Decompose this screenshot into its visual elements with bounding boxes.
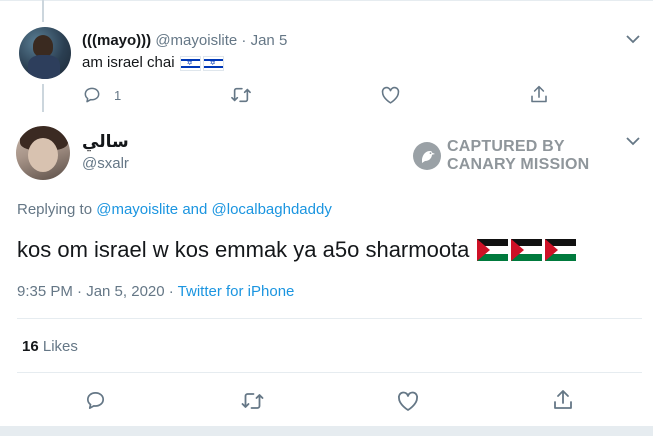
- share-icon: [554, 390, 572, 409]
- israel-flag-icon: ✡: [179, 55, 201, 71]
- share-button[interactable]: [552, 388, 574, 412]
- palestine-flag-icon: [477, 239, 509, 261]
- divider: [17, 372, 642, 373]
- retweet-button[interactable]: [240, 390, 265, 412]
- likes-count: 16: [22, 338, 39, 355]
- share-button[interactable]: [529, 84, 549, 105]
- parent-tweet-text: am israel chai ✡ ✡: [82, 54, 224, 72]
- avatar[interactable]: [16, 126, 70, 180]
- heart-icon: [397, 391, 419, 411]
- tweet-meta: 9:35 PM · Jan 5, 2020 · Twitter for iPho…: [17, 283, 294, 301]
- watermark-line2: CANARY MISSION: [447, 156, 590, 173]
- main-tweet-text: kos om israel w kos emmak ya a5o sharmoo…: [17, 237, 470, 262]
- display-name[interactable]: (((mayo))): [82, 32, 151, 49]
- tweet-source[interactable]: Twitter for iPhone: [178, 283, 295, 300]
- main-display-name[interactable]: سالي: [82, 132, 129, 152]
- retweet-button[interactable]: [230, 85, 252, 105]
- israel-flag-icon: ✡: [202, 55, 224, 71]
- reply-count: 1: [114, 87, 122, 103]
- bottom-border: [0, 426, 653, 436]
- canary-mission-watermark: CAPTURED BY CANARY MISSION: [413, 138, 589, 174]
- bird-logo-icon: [413, 142, 441, 170]
- likes-label: Likes: [42, 338, 78, 355]
- chevron-down-icon[interactable]: [624, 134, 642, 148]
- thread-line-top: [42, 0, 44, 22]
- like-button[interactable]: [380, 85, 401, 105]
- chevron-down-icon[interactable]: [624, 32, 642, 46]
- reply-icon: [86, 391, 105, 410]
- replying-prefix: Replying to: [17, 201, 93, 218]
- meta-separator: ·: [168, 283, 174, 300]
- divider: [17, 318, 642, 319]
- header-separator: ·: [241, 32, 247, 49]
- replying-to: Replying to @mayoislite and @localbaghda…: [17, 201, 332, 219]
- reply-button[interactable]: [84, 389, 107, 412]
- user-handle[interactable]: @mayoislite: [155, 32, 237, 49]
- mention-link[interactable]: @mayoislite: [96, 201, 178, 218]
- reply-button[interactable]: 1: [82, 85, 121, 105]
- parent-tweet-header: (((mayo))) @mayoislite · Jan 5: [82, 32, 287, 50]
- replying-and: and: [182, 201, 208, 218]
- retweet-icon: [231, 87, 251, 103]
- tweet-date[interactable]: Jan 5: [251, 32, 288, 49]
- mention-link[interactable]: @localbaghdaddy: [212, 201, 332, 218]
- tweet-timestamp[interactable]: 9:35 PM · Jan 5, 2020: [17, 283, 165, 300]
- main-user-handle[interactable]: @sxalr: [82, 155, 129, 173]
- palestine-flag-icon: [545, 239, 577, 261]
- thread-line-bottom: [42, 84, 44, 112]
- like-button[interactable]: [396, 390, 420, 412]
- palestine-flag-icon: [511, 239, 543, 261]
- retweet-icon: [241, 393, 264, 409]
- heart-icon: [381, 86, 400, 104]
- reply-icon: [84, 87, 100, 103]
- tweet-text: am israel chai: [82, 54, 175, 71]
- top-divider: [0, 0, 653, 1]
- watermark-line1: CAPTURED BY: [447, 138, 565, 155]
- likes-stat[interactable]: 16 Likes: [22, 338, 78, 356]
- main-tweet-text-row: kos om israel w kos emmak ya a5o sharmoo…: [17, 236, 577, 264]
- share-icon: [531, 85, 547, 103]
- avatar[interactable]: [19, 27, 71, 79]
